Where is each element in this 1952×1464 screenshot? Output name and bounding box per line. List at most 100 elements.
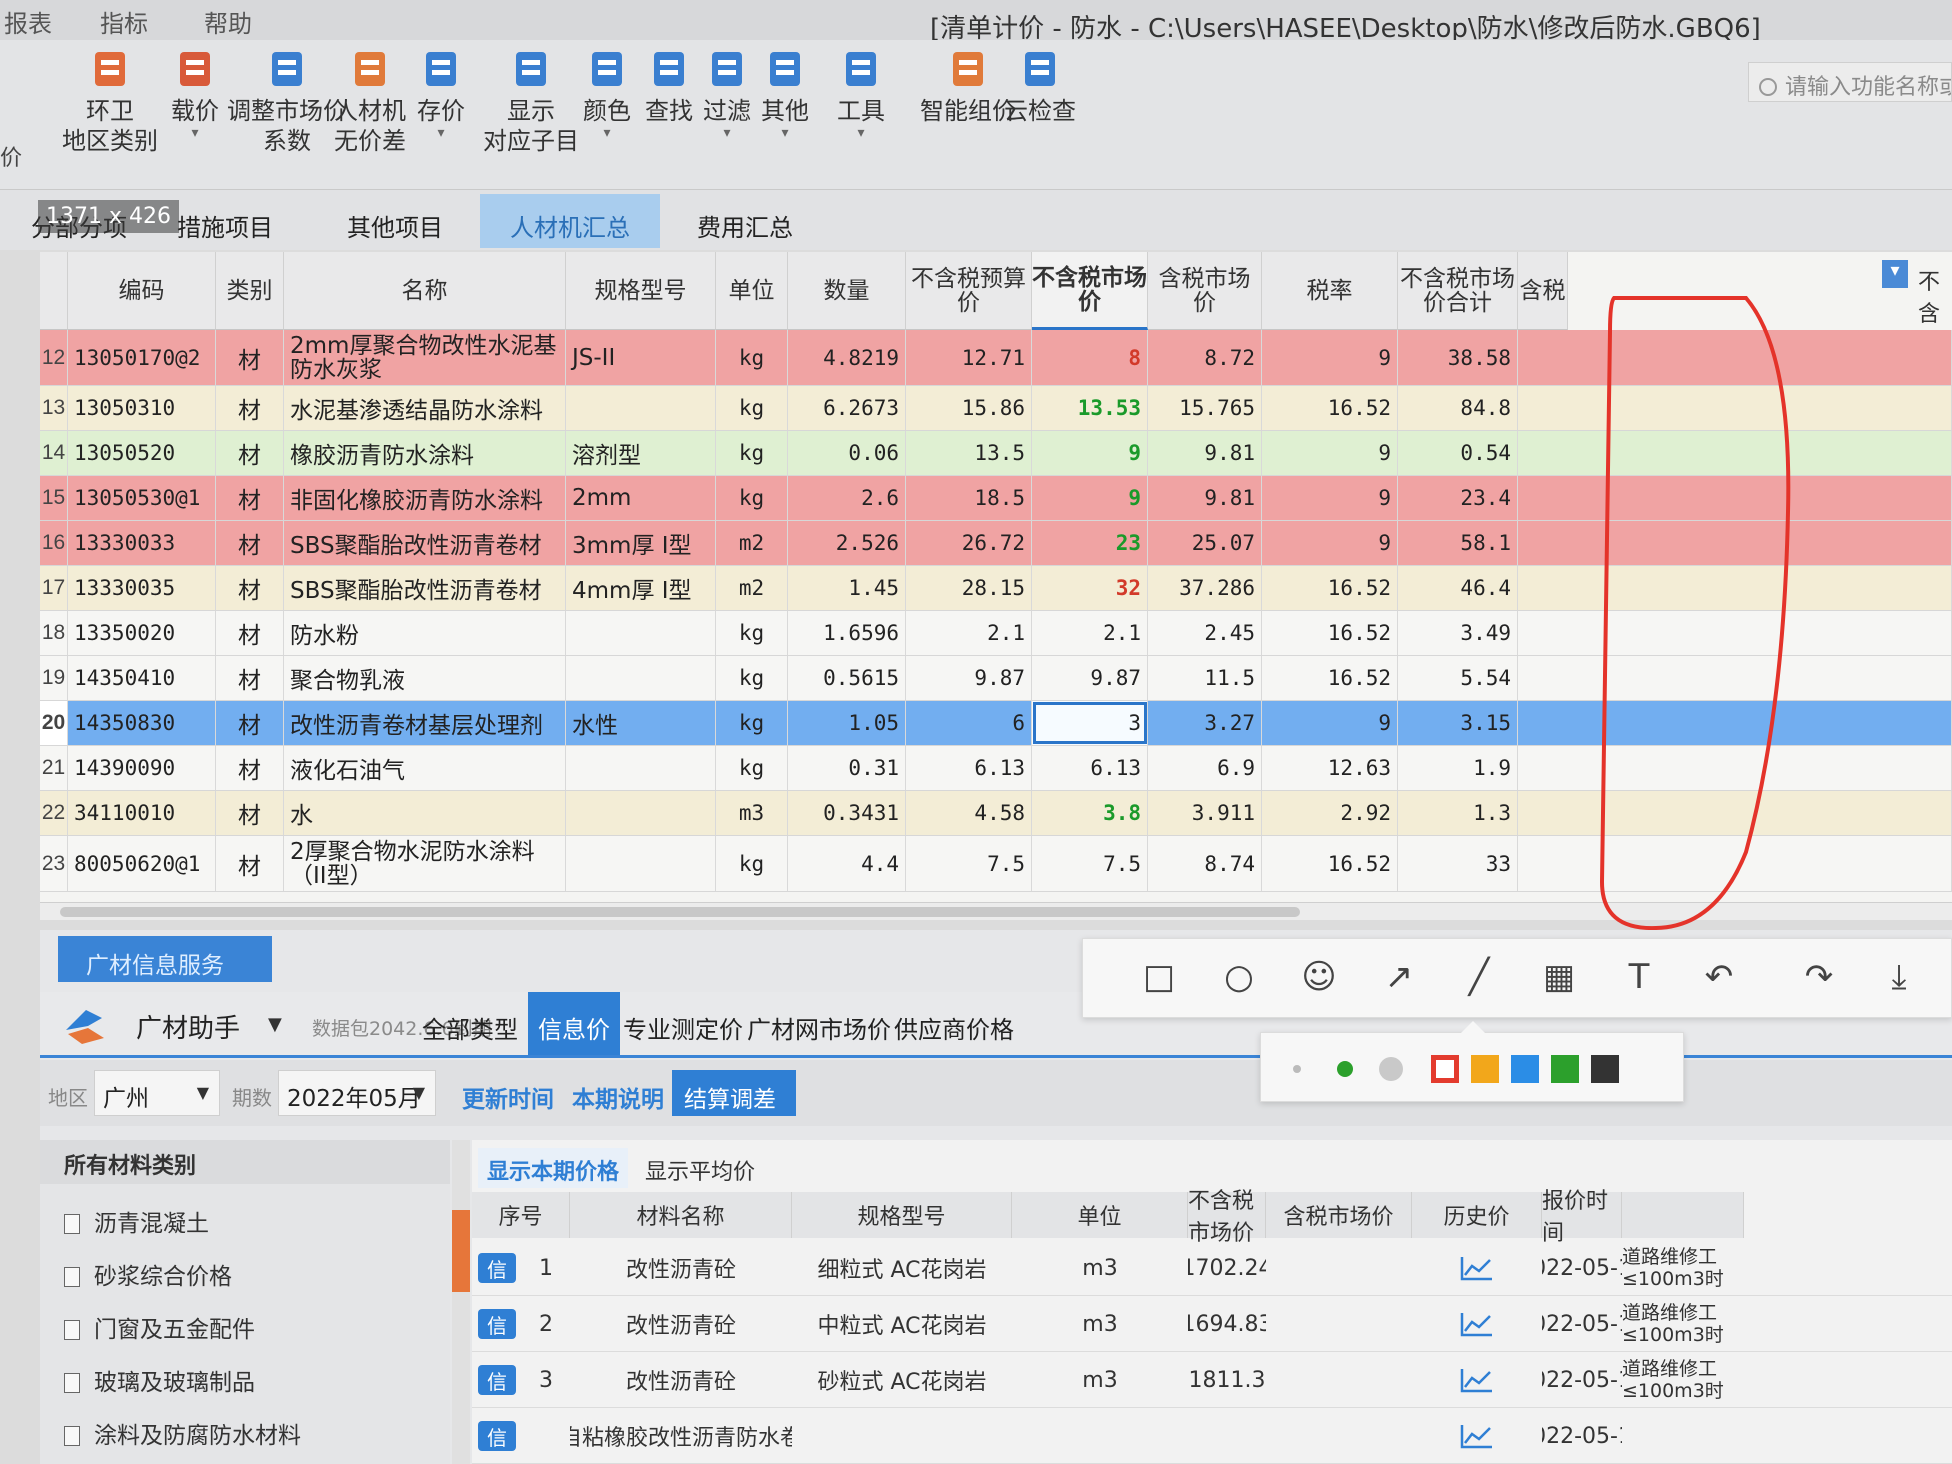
circle-icon[interactable]: ○ <box>1219 957 1259 997</box>
grid-row-17[interactable]: 17 13330035 材 SBS聚酯胎改性沥青卷材 4mm厚 I型 m2 1.45 28.1… <box>40 566 1952 611</box>
material-code[interactable]: 14390090 <box>68 746 216 790</box>
grid-row-12[interactable]: 12 13050170@2 材 2mm厚聚合物改性水泥基防水灰浆 JS-II kg 4.82… <box>40 330 1952 386</box>
row-number[interactable]: 19 <box>40 656 68 700</box>
tax-market-price[interactable]: 3.27 <box>1148 701 1262 745</box>
spec-model[interactable] <box>566 611 716 655</box>
grid-row-16[interactable]: 16 13330033 材 SBS聚酯胎改性沥青卷材 3mm厚 I型 m2 2.526 26.… <box>40 521 1952 566</box>
tax-rate[interactable]: 16.52 <box>1262 386 1398 430</box>
column-filter-icon[interactable]: ▾ <box>1882 260 1908 288</box>
tab-measures[interactable]: 措施项目 <box>160 194 290 248</box>
market-total[interactable]: 23.4 <box>1398 476 1518 520</box>
quantity[interactable]: 4.4 <box>788 836 906 891</box>
price-row-2[interactable]: 信2 改性沥青砼 中粒式 AC花岗岩 m3 1694.83 2022-05-15道路维修工… <box>472 1296 1952 1352</box>
material-service-tab[interactable]: 广材信息服务 <box>58 936 272 982</box>
row-number[interactable]: 15 <box>40 476 68 520</box>
market-price[interactable]: 2.1 <box>1032 611 1148 655</box>
market-price[interactable]: 9 <box>1032 476 1148 520</box>
market-total[interactable]: 5.54 <box>1398 656 1518 700</box>
quantity[interactable]: 0.3431 <box>788 791 906 835</box>
pen-icon[interactable]: ╱ <box>1459 957 1499 997</box>
material-code[interactable]: 34110010 <box>68 791 216 835</box>
category-item[interactable]: 砂浆综合价格 <box>64 1257 232 1291</box>
update-time-link[interactable]: 更新时间 <box>462 1080 554 1114</box>
period-notes-link[interactable]: 本期说明 <box>572 1080 664 1114</box>
tab-other-items[interactable]: 其他项目 <box>320 194 470 248</box>
spec-header[interactable]: 规格型号 <box>792 1192 1012 1238</box>
color-swatch[interactable] <box>1431 1055 1459 1083</box>
size-medium-dot[interactable] <box>1337 1061 1353 1077</box>
menu-help[interactable]: 帮助 <box>204 4 252 39</box>
quantity[interactable]: 1.45 <box>788 566 906 610</box>
tax-rate[interactable]: 9 <box>1262 701 1398 745</box>
unit[interactable]: m3 <box>716 791 788 835</box>
material-name[interactable]: SBS聚酯胎改性沥青卷材 <box>284 521 566 565</box>
chevron-down-icon[interactable]: ▼ <box>268 1014 282 1035</box>
market-price[interactable]: 7.5 <box>1032 836 1148 891</box>
material-name[interactable]: 液化石油气 <box>284 746 566 790</box>
tax-rate-header[interactable]: 税率 <box>1262 252 1398 330</box>
material-code[interactable]: 13050170@2 <box>68 330 216 385</box>
grid-row-19[interactable]: 19 14350410 材聚合物乳液 kg 0.5615 9.87 9.87 11.5 16.5… <box>40 656 1952 701</box>
ribbon-tool-10[interactable]: 其他 ▾ <box>752 46 818 140</box>
material-name[interactable]: 2厚聚合物水泥防水涂料（II型） <box>284 836 566 891</box>
spec-model[interactable]: 4mm厚 I型 <box>566 566 716 610</box>
spec-header[interactable]: 规格型号 <box>566 252 716 330</box>
quantity[interactable]: 2.526 <box>788 521 906 565</box>
market-total[interactable]: 33 <box>1398 836 1518 891</box>
row-number[interactable]: 23 <box>40 836 68 891</box>
tax-market-price[interactable]: 3.911 <box>1148 791 1262 835</box>
row-number[interactable]: 18 <box>40 611 68 655</box>
trend-chart-icon[interactable] <box>1460 1255 1494 1281</box>
grid-row-13[interactable]: 13 13050310 材水泥基渗透结晶防水涂料 kg 6.2673 15.86 13.53… <box>40 386 1952 431</box>
unit[interactable]: m2 <box>716 566 788 610</box>
settle-adjust-button[interactable]: 结算调差 <box>672 1070 796 1116</box>
price-row-4[interactable]: 信 自粘橡胶改性沥青防水卷 2022-05-15 <box>472 1408 1952 1464</box>
horizontal-scrollbar[interactable] <box>40 902 1952 920</box>
unit[interactable]: kg <box>716 746 788 790</box>
spec-model[interactable] <box>566 386 716 430</box>
market-price-header[interactable]: 不含税市场价 <box>1032 252 1148 330</box>
spec-model[interactable] <box>566 656 716 700</box>
row-number[interactable]: 17 <box>40 566 68 610</box>
price-tab-5[interactable]: 供应商价格 <box>894 992 1014 1055</box>
tax-rate[interactable]: 16.52 <box>1262 611 1398 655</box>
tax-rate[interactable]: 16.52 <box>1262 566 1398 610</box>
period-select[interactable]: 2022年05月 ▼ <box>278 1070 436 1116</box>
spec-model[interactable] <box>566 791 716 835</box>
tab-labor-material-summary[interactable]: 人材机汇总 <box>480 194 660 248</box>
note-header[interactable] <box>1622 1192 1744 1238</box>
tax-rate[interactable]: 9 <box>1262 330 1398 385</box>
market-total[interactable]: 1.9 <box>1398 746 1518 790</box>
code-header[interactable]: 编码 <box>68 252 216 330</box>
quantity[interactable]: 1.05 <box>788 701 906 745</box>
grid-row-22[interactable]: 22 34110010 材水 m3 0.3431 4.58 3.8 3.911 2.92 1.3 <box>40 791 1952 836</box>
color-swatch[interactable] <box>1551 1055 1579 1083</box>
region-select[interactable]: 广州 ▼ <box>94 1070 220 1116</box>
ribbon-tool-5[interactable]: 存价 ▾ <box>404 46 478 140</box>
row-number[interactable]: 14 <box>40 431 68 475</box>
material-name[interactable]: 水 <box>284 791 566 835</box>
tab-average-price[interactable]: 显示平均价 <box>640 1148 760 1188</box>
tax-rate[interactable]: 9 <box>1262 476 1398 520</box>
category-item[interactable]: 玻璃及玻璃制品 <box>64 1363 255 1397</box>
market-price[interactable]: 3.8 <box>1032 791 1148 835</box>
trend-chart-icon[interactable] <box>1460 1367 1494 1393</box>
mosaic-icon[interactable]: ▦ <box>1539 957 1579 997</box>
material-code[interactable]: 13330035 <box>68 566 216 610</box>
price-tab-3[interactable]: 专业测定价 <box>622 992 744 1055</box>
ribbon-tool-13[interactable]: 云检查 <box>1000 46 1080 126</box>
collapse-handle[interactable] <box>452 1210 470 1292</box>
material-name[interactable]: 防水粉 <box>284 611 566 655</box>
tax-market-price-header[interactable]: 含税市场价 <box>1148 252 1262 330</box>
material-category[interactable]: 材 <box>216 836 284 891</box>
tax-market-price[interactable]: 2.45 <box>1148 611 1262 655</box>
market-price[interactable]: 9 <box>1032 431 1148 475</box>
budget-price[interactable]: 13.5 <box>906 431 1032 475</box>
budget-price[interactable]: 15.86 <box>906 386 1032 430</box>
tax-rate[interactable]: 16.52 <box>1262 656 1398 700</box>
unit-header[interactable]: 单位 <box>1012 1192 1188 1238</box>
row-number[interactable]: 22 <box>40 791 68 835</box>
market-total[interactable]: 58.1 <box>1398 521 1518 565</box>
material-name[interactable]: 改性沥青卷材基层处理剂 <box>284 701 566 745</box>
quantity[interactable]: 0.06 <box>788 431 906 475</box>
